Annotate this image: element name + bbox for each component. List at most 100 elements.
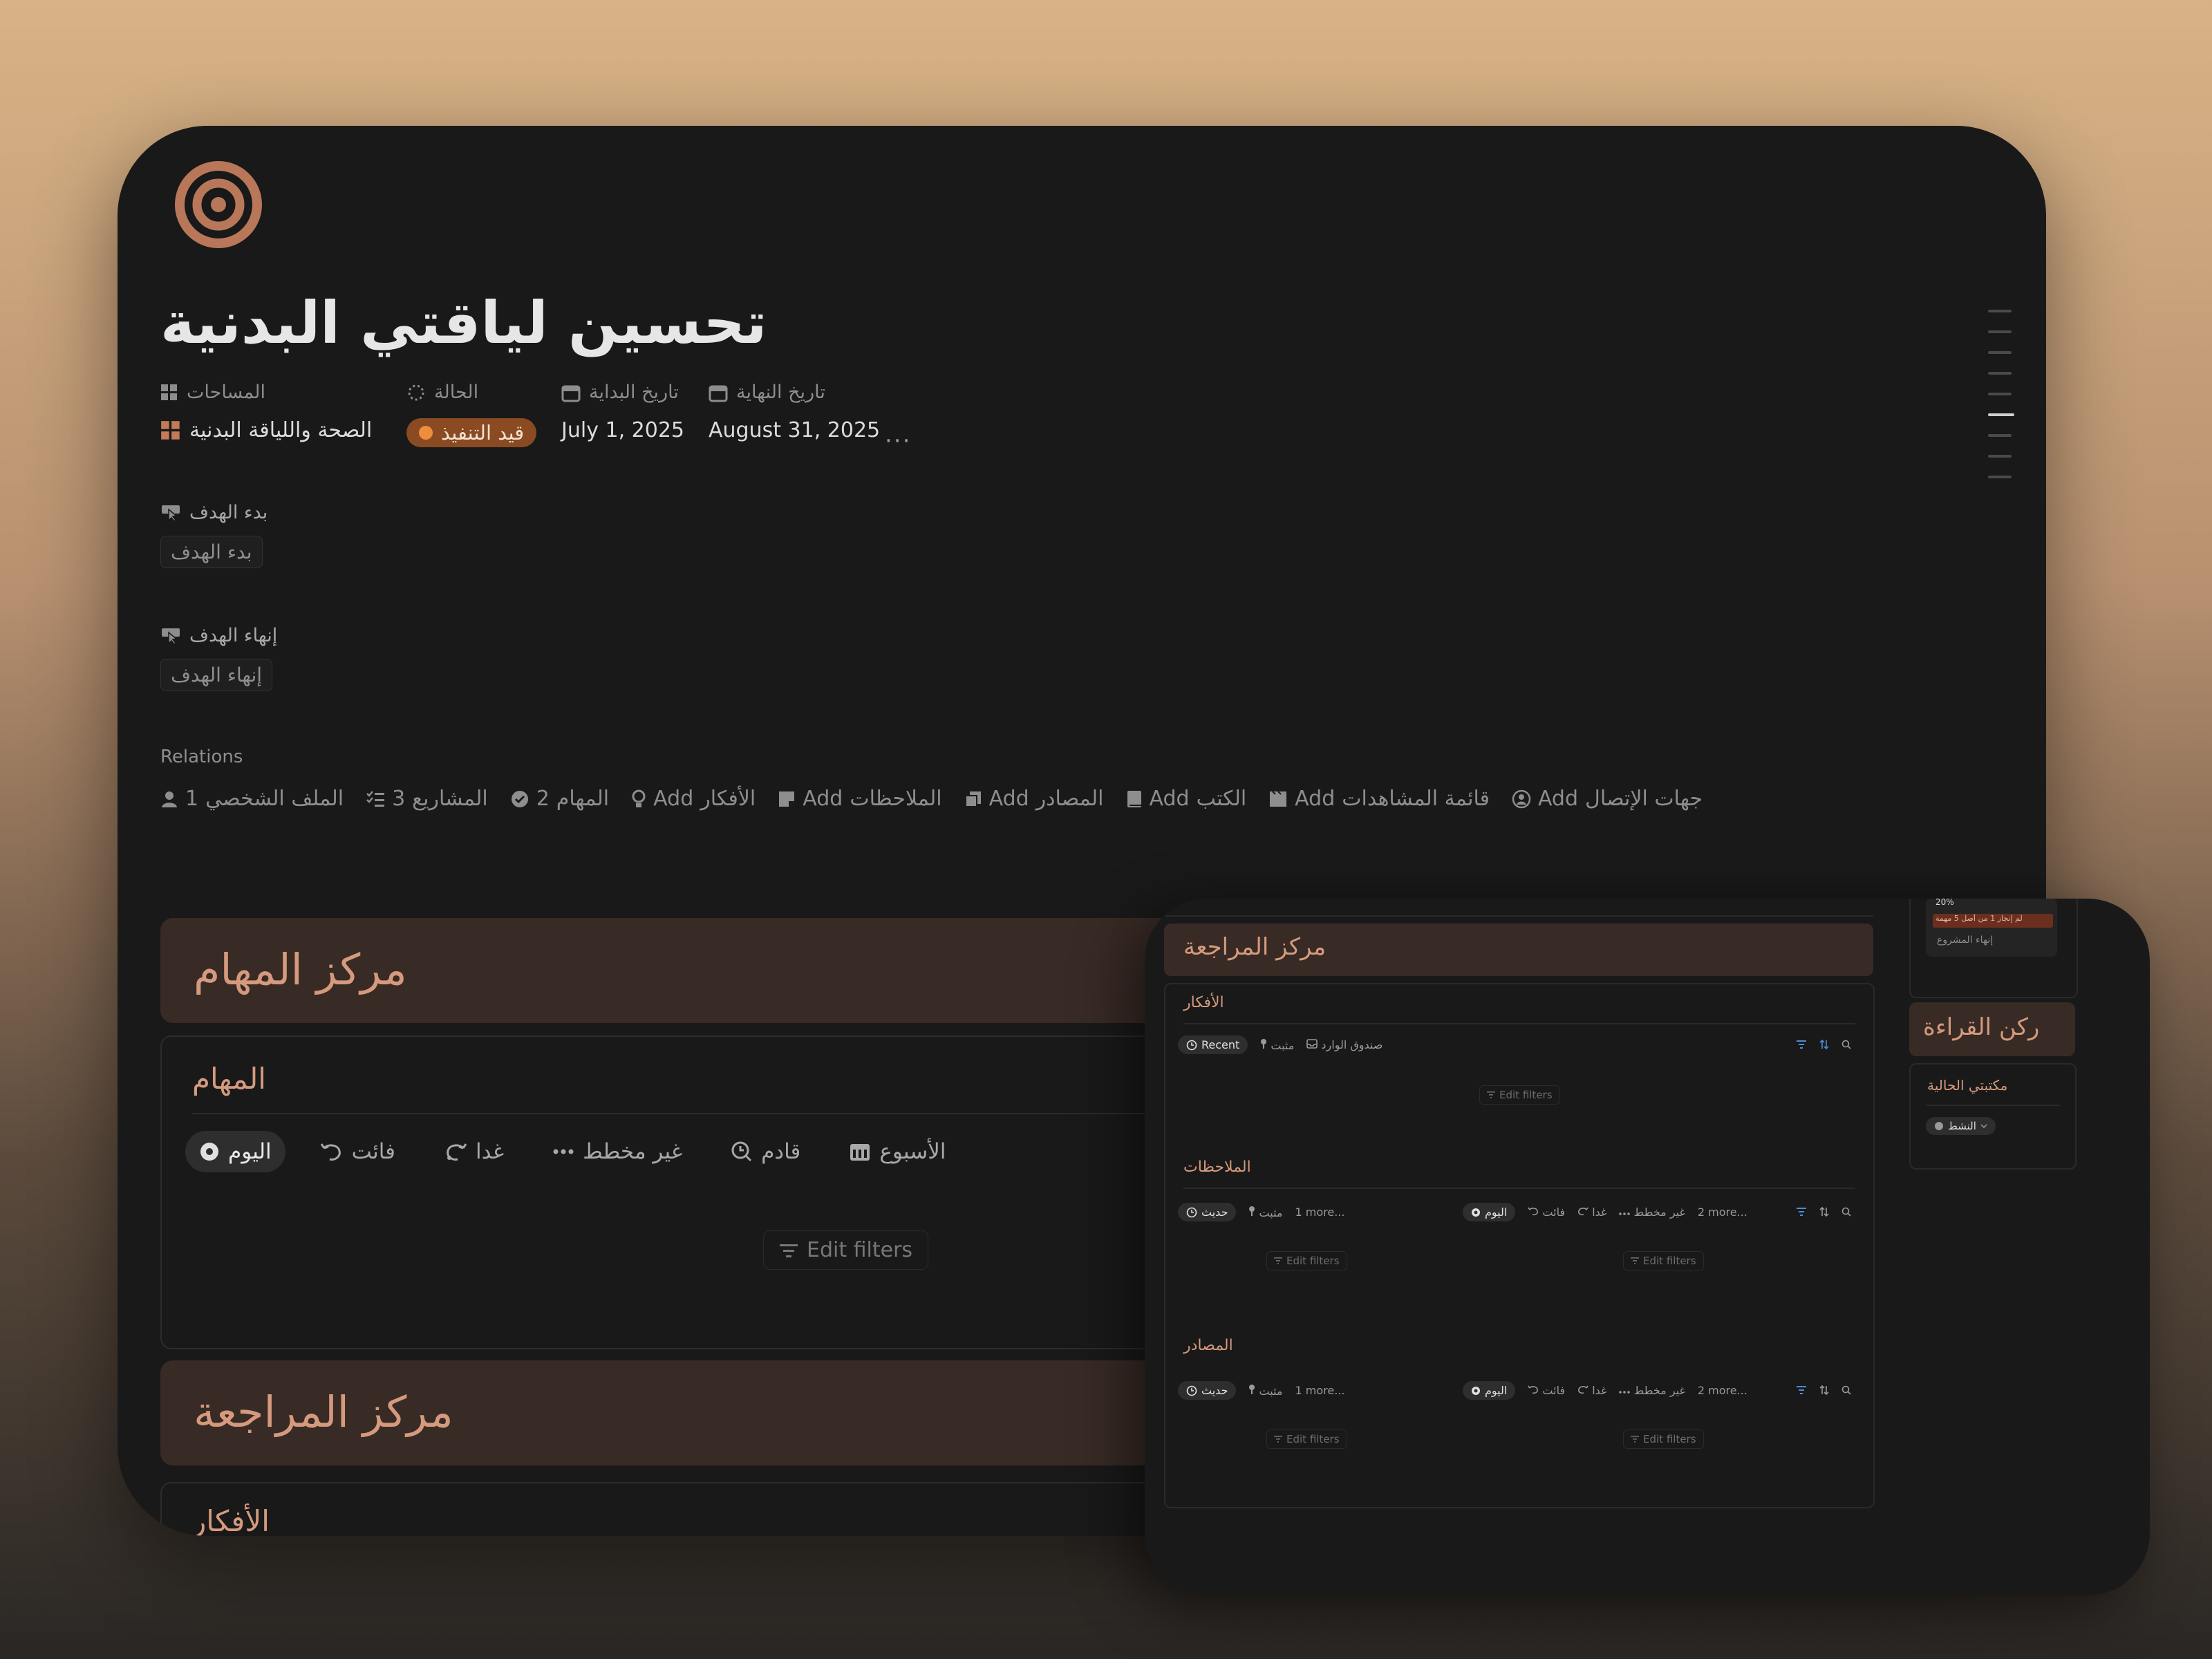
overlay-review-header: مركز المراجعة: [1164, 924, 1873, 976]
toc-line[interactable]: [1988, 476, 2012, 478]
tab-upcoming[interactable]: قادم: [717, 1131, 814, 1172]
end-goal-button[interactable]: إنهاء الهدف: [160, 659, 273, 691]
tab-tomorrow[interactable]: غدا: [1577, 1206, 1606, 1219]
filter-icon[interactable]: [1796, 1207, 1807, 1217]
filter-icon: [1274, 1436, 1282, 1443]
relation-notes[interactable]: Add الملاحظات: [778, 787, 942, 811]
edit-filters-button[interactable]: Edit filters: [1623, 1430, 1704, 1449]
status-badge[interactable]: قيد التنفيذ: [406, 418, 537, 447]
toc-line-active[interactable]: [1988, 413, 2014, 416]
library-title[interactable]: مكتبتي الحالية: [1927, 1077, 2007, 1094]
start-goal-button[interactable]: بدء الهدف: [160, 536, 263, 568]
relation-tasks[interactable]: 2 المهام: [510, 787, 609, 811]
sort-icon[interactable]: [1819, 1040, 1829, 1049]
end-goal-label: إنهاء الهدف: [189, 625, 278, 646]
filter-icon[interactable]: [1796, 1385, 1807, 1395]
lightbulb-icon: [632, 789, 646, 807]
tasks-title[interactable]: المهام: [192, 1062, 266, 1096]
relation-projects[interactable]: 3 المشاريع: [366, 787, 488, 811]
page-title[interactable]: تحسين لياقتي البدنية: [160, 289, 767, 357]
overlay-notes-title[interactable]: الملاحظات: [1183, 1159, 1251, 1176]
edit-filters-button[interactable]: Edit filters: [1266, 1430, 1347, 1449]
end-project-button[interactable]: إنهاء المشروع: [1937, 935, 1993, 946]
tab-unplanned[interactable]: غير مخطط: [1619, 1206, 1685, 1219]
search-icon[interactable]: [1841, 1040, 1851, 1049]
tab-missed[interactable]: فائت: [306, 1131, 409, 1172]
tab-week[interactable]: الأسبوع: [835, 1131, 959, 1172]
start-goal-label: بدء الهدف: [189, 502, 268, 523]
active-filter-pill[interactable]: النشط: [1926, 1117, 1996, 1135]
edit-filters-button[interactable]: Edit filters: [1623, 1251, 1704, 1271]
relations-list: 1 الملف الشخصي 3 المشاريع 2 المهام Add ا…: [160, 787, 1703, 811]
tab-recent[interactable]: Recent: [1178, 1035, 1248, 1054]
tab-unplanned[interactable]: غير مخطط: [538, 1131, 696, 1172]
prop-start-date-value[interactable]: July 1, 2025: [561, 418, 684, 442]
relation-sources[interactable]: Add المصادر: [964, 787, 1104, 811]
tab-missed[interactable]: فائت: [1528, 1206, 1565, 1219]
grid-icon: [161, 420, 180, 440]
toc-line[interactable]: [1988, 351, 2012, 354]
toc-line[interactable]: [1988, 372, 2012, 375]
progress-widget: 20% لم إنجاز 1 من أصل 5 مهمة إنهاء المشر…: [1926, 899, 2057, 957]
more-properties-button[interactable]: ···: [885, 427, 911, 455]
tab-more[interactable]: 1 more...: [1295, 1206, 1344, 1219]
divider: [1165, 899, 1873, 917]
prop-end-date-value[interactable]: August 31, 2025: [709, 418, 880, 442]
toc-line[interactable]: [1988, 310, 2012, 312]
sort-icon[interactable]: [1819, 1385, 1829, 1395]
status-dot: [419, 426, 433, 440]
tab-more[interactable]: 1 more...: [1295, 1384, 1344, 1397]
divider: [1926, 1105, 2060, 1106]
person-icon: [162, 791, 177, 807]
radio-dot-icon: [200, 1143, 218, 1161]
toc-line[interactable]: [1988, 330, 2012, 333]
tab-recent[interactable]: حديث: [1178, 1203, 1237, 1221]
search-icon[interactable]: [1841, 1385, 1851, 1395]
edit-filters-button[interactable]: Edit filters: [763, 1230, 929, 1270]
cursor-click-icon: [162, 505, 180, 522]
tab-today[interactable]: اليوم: [1463, 1381, 1516, 1400]
relation-books[interactable]: Add الكتب: [1126, 787, 1246, 811]
relation-contacts[interactable]: Add جهات الإتصال: [1512, 787, 1703, 811]
overlay-notes-right-tabs: اليوم فائت غدا غير مخطط 2 more...: [1463, 1203, 1747, 1221]
overlay-ideas-title[interactable]: الأفكار: [1183, 994, 1224, 1011]
toc-line[interactable]: [1988, 393, 2012, 395]
undo-arrow-icon: [1528, 1385, 1539, 1394]
search-icon[interactable]: [1841, 1207, 1851, 1217]
tab-pinned[interactable]: مثبت: [1248, 1384, 1282, 1398]
tab-unplanned[interactable]: غير مخطط: [1619, 1384, 1685, 1397]
tab-inbox[interactable]: صندوق الوارد: [1306, 1038, 1382, 1051]
film-icon: [1270, 790, 1287, 807]
relation-watchlist[interactable]: Add قائمة المشاهدات: [1268, 787, 1490, 811]
relation-profile[interactable]: 1 الملف الشخصي: [160, 787, 344, 811]
edit-filters-button[interactable]: Edit filters: [1479, 1085, 1560, 1105]
divider: [1183, 1188, 1855, 1189]
tab-tomorrow[interactable]: غدا: [1577, 1384, 1606, 1397]
check-circle-icon: [511, 790, 528, 807]
tab-today[interactable]: اليوم: [1463, 1203, 1516, 1221]
tab-recent[interactable]: حديث: [1178, 1381, 1237, 1400]
overlay-notes-left-tabs: حديث مثبت 1 more...: [1178, 1203, 1344, 1221]
tab-missed[interactable]: فائت: [1528, 1384, 1565, 1397]
tab-more[interactable]: 2 more...: [1698, 1384, 1747, 1397]
tab-pinned[interactable]: مثبت: [1260, 1038, 1294, 1052]
tab-more[interactable]: 2 more...: [1698, 1206, 1747, 1219]
progress-percent: 20%: [1936, 899, 1954, 907]
overlay-sources-title[interactable]: المصادر: [1183, 1337, 1233, 1354]
edit-filters-button[interactable]: Edit filters: [1266, 1251, 1347, 1271]
calendar-week-icon: [850, 1144, 870, 1161]
toc-line[interactable]: [1988, 434, 2012, 437]
sort-icon[interactable]: [1819, 1207, 1829, 1217]
tab-tomorrow[interactable]: غدا: [430, 1131, 518, 1172]
relation-ideas[interactable]: Add الأفكار: [631, 787, 756, 811]
tab-pinned[interactable]: مثبت: [1248, 1206, 1282, 1219]
filter-icon: [1274, 1257, 1282, 1264]
table-of-contents[interactable]: [1988, 310, 2014, 478]
toc-line[interactable]: [1988, 455, 2012, 458]
prop-spaces-value[interactable]: الصحة واللياقة البدنية: [160, 418, 372, 442]
filter-icon[interactable]: [1796, 1040, 1807, 1049]
overlay-sources-left-tabs: حديث مثبت 1 more...: [1178, 1381, 1344, 1400]
pin-icon: [1261, 1038, 1267, 1049]
ideas-title[interactable]: الأفكار: [192, 1504, 270, 1536]
tab-today[interactable]: اليوم: [185, 1131, 285, 1172]
